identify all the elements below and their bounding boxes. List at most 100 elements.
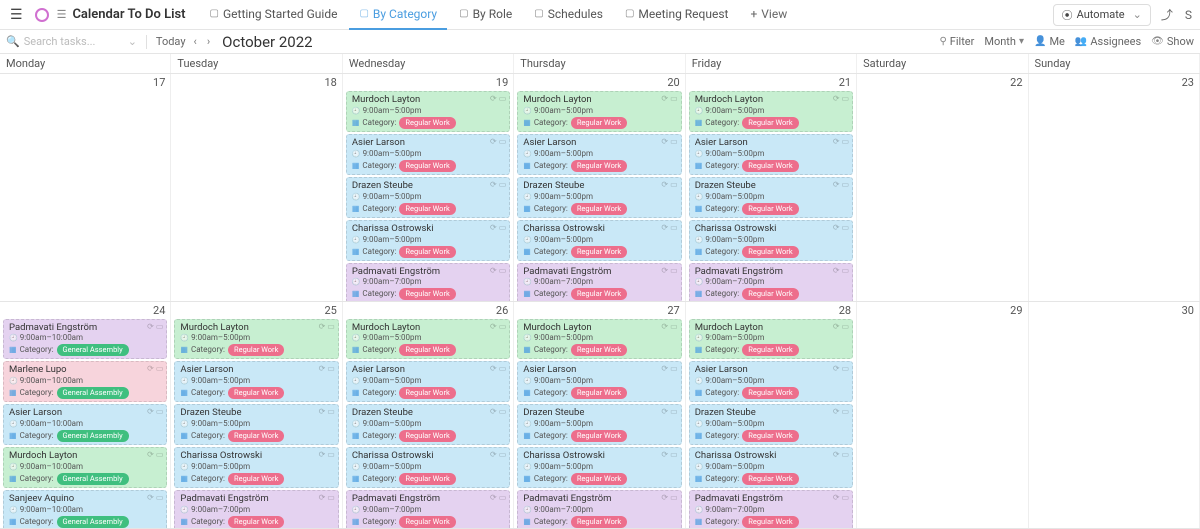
next-month-button[interactable]: › — [205, 35, 212, 48]
calendar-cell[interactable]: 20 ⟳▭Murdoch Layton🕘9:00am–5:00pm▦Categor… — [514, 74, 685, 301]
event-card[interactable]: ⟳▭Drazen Steube🕘9:00am–5:00pm▦Category:R… — [346, 177, 510, 218]
event-category-row: ▦Category:Regular Work — [352, 430, 505, 442]
event-card[interactable]: ⟳▭Charissa Ostrowski🕘9:00am–5:00pm▦Categ… — [346, 220, 510, 261]
category-badge: General Assembly — [57, 387, 129, 399]
calendar-cell[interactable]: 28⟳▭Murdoch Layton🕘9:00am–5:00pm▦Categor… — [686, 302, 857, 529]
me-button[interactable]: 👤 Me — [1034, 35, 1065, 48]
event-card[interactable]: ⟳▭Charissa Ostrowski🕘9:00am–5:00pm▦Categ… — [346, 447, 510, 488]
brand-icon[interactable] — [35, 8, 49, 22]
calendar-cell[interactable]: 19⟳▭Murdoch Layton🕘9:00am–5:00pm▦Categor… — [343, 74, 514, 301]
event-card[interactable]: ⟳▭Padmavati Engström🕘9:00am–10:00am▦Cate… — [3, 319, 167, 360]
show-button[interactable]: 👁 Show — [1151, 35, 1194, 48]
event-card[interactable]: ⟳▭Asier Larson🕘9:00am–5:00pm▦Category:Re… — [517, 361, 681, 402]
add-view-button[interactable]: + View — [740, 0, 797, 30]
clock-icon: 🕘 — [180, 334, 189, 342]
event-card[interactable]: ⟳▭Asier Larson🕘9:00am–5:00pm▦Category:Re… — [346, 361, 510, 402]
recur-icon: ⟳ — [833, 364, 840, 374]
doc-icon: ▢ — [210, 8, 219, 19]
clock-icon: 🕘 — [180, 377, 189, 385]
assignees-button[interactable]: 👥 Assignees — [1075, 35, 1141, 48]
tab-by-role[interactable]: ▢By Role — [449, 0, 522, 30]
event-card[interactable]: ⟳▭Padmavati Engström🕘9:00am–7:00pm▦Categ… — [517, 263, 681, 301]
event-card[interactable]: ⟳▭Padmavati Engström🕘9:00am–7:00pm▦Categ… — [689, 490, 853, 528]
category-label: Category: — [705, 517, 739, 527]
event-card[interactable]: ⟳▭Asier Larson🕘9:00am–5:00pm▦Category:Re… — [689, 361, 853, 402]
category-icon: ▦ — [352, 247, 360, 257]
event-card[interactable]: ⟳▭Asier Larson🕘9:00am–5:00pm▦Category:Re… — [689, 134, 853, 175]
calendar-cell[interactable]: 25⟳▭Murdoch Layton🕘9:00am–5:00pm▦Categor… — [171, 302, 342, 529]
calendar-cell[interactable]: 22 — [857, 74, 1028, 301]
event-card[interactable]: ⟳▭Drazen Steube🕘9:00am–5:00pm▦Category:R… — [174, 404, 338, 445]
category-label: Category: — [705, 431, 739, 441]
event-card[interactable]: ⟳▭Charissa Ostrowski🕘9:00am–5:00pm▦Categ… — [517, 220, 681, 261]
calendar-cell[interactable]: 26⟳▭Murdoch Layton🕘9:00am–5:00pm▦Categor… — [343, 302, 514, 529]
menu-icon[interactable]: ☰ — [6, 3, 27, 27]
event-category-row: ▦Category:Regular Work — [523, 516, 676, 528]
event-card[interactable]: ⟳▭Charissa Ostrowski🕘9:00am–5:00pm▦Categ… — [174, 447, 338, 488]
category-icon: ▦ — [180, 474, 188, 484]
search-input[interactable] — [24, 35, 124, 48]
event-card[interactable]: ⟳▭Padmavati Engström🕘9:00am–7:00pm▦Categ… — [517, 490, 681, 528]
clock-icon: 🕘 — [352, 150, 361, 158]
event-card[interactable]: ⟳▭Asier Larson🕘9:00am–5:00pm▦Category:Re… — [174, 361, 338, 402]
event-card[interactable]: ⟳▭Asier Larson🕘9:00am–5:00pm▦Category:Re… — [346, 134, 510, 175]
chevron-down-icon[interactable]: ⌄ — [128, 35, 137, 48]
today-button[interactable]: Today — [156, 35, 186, 48]
calendar-cell[interactable]: 30 — [1029, 302, 1200, 529]
event-card[interactable]: ⟳▭Padmavati Engström🕘9:00am–7:00pm▦Categ… — [346, 263, 510, 301]
calendar-cell[interactable]: 29 — [857, 302, 1028, 529]
event-category-row: ▦Category:Regular Work — [352, 160, 505, 172]
event-card[interactable]: ⟳▭Asier Larson🕘9:00am–10:00am▦Category:G… — [3, 404, 167, 445]
event-card[interactable]: ⟳▭Sanjeev Aquino🕘9:00am–10:00am▦Category… — [3, 490, 167, 528]
tab-getting-started-guide[interactable]: ▢Getting Started Guide — [200, 0, 348, 30]
calendar-cell[interactable]: 24⟳▭Padmavati Engström🕘9:00am–10:00am▦Ca… — [0, 302, 171, 529]
date-number: 20 — [517, 76, 681, 89]
category-label: Category: — [20, 388, 54, 398]
event-card[interactable]: ⟳▭Padmavati Engström🕘9:00am–7:00pm▦Categ… — [174, 490, 338, 528]
tab-schedules[interactable]: ▢Schedules — [524, 0, 613, 30]
event-card[interactable]: ⟳▭Marlene Lupo🕘9:00am–10:00am▦Category:G… — [3, 361, 167, 402]
view-mode-button[interactable]: Month ▾ — [984, 35, 1024, 48]
doc-icon: ▢ — [534, 8, 543, 19]
share-icon[interactable]: ⤴ — [1159, 4, 1175, 25]
event-card[interactable]: ⟳▭Padmavati Engström🕘9:00am–7:00pm▦Categ… — [346, 490, 510, 528]
event-category-row: ▦Category:Regular Work — [523, 387, 676, 399]
filter-button[interactable]: ⚲ Filter — [939, 35, 974, 48]
event-card[interactable]: ⟳▭Murdoch Layton🕘9:00am–5:00pm▦Category:… — [346, 91, 510, 132]
calendar-cell[interactable]: 27⟳▭Murdoch Layton🕘9:00am–5:00pm▦Categor… — [514, 302, 685, 529]
add-view-label: View — [761, 7, 787, 21]
prev-month-button[interactable]: ‹ — [192, 35, 199, 48]
event-card[interactable]: ⟳▭Drazen Steube🕘9:00am–5:00pm▦Category:R… — [689, 404, 853, 445]
calendar-cell[interactable]: 18 — [171, 74, 342, 301]
calendar-cell[interactable]: 21⟳▭Murdoch Layton🕘9:00am–5:00pm▦Categor… — [686, 74, 857, 301]
event-card[interactable]: ⟳▭Drazen Steube🕘9:00am–5:00pm▦Category:R… — [346, 404, 510, 445]
event-card[interactable]: ⟳▭Charissa Ostrowski🕘9:00am–5:00pm▦Categ… — [517, 447, 681, 488]
event-card[interactable]: ⟳▭Padmavati Engström🕘9:00am–7:00pm▦Categ… — [689, 263, 853, 301]
tab-by-category[interactable]: ▢By Category — [349, 0, 447, 30]
event-card[interactable]: ⟳▭Murdoch Layton🕘9:00am–5:00pm▦Category:… — [689, 91, 853, 132]
event-card[interactable]: ⟳▭Murdoch Layton🕘9:00am–5:00pm▦Category:… — [689, 319, 853, 360]
event-time: 🕘9:00am–5:00pm — [352, 192, 505, 202]
card-icon: ▭ — [499, 266, 507, 276]
event-card[interactable]: ⟳▭Murdoch Layton🕘9:00am–10:00am▦Category… — [3, 447, 167, 488]
tab-meeting-request[interactable]: ▢Meeting Request — [615, 0, 739, 30]
event-card[interactable]: ⟳▭Murdoch Layton🕘9:00am–5:00pm▦Category:… — [174, 319, 338, 360]
event-card[interactable]: ⟳▭Murdoch Layton🕘9:00am–5:00pm▦Category:… — [346, 319, 510, 360]
category-icon: ▦ — [180, 345, 188, 355]
event-card[interactable]: ⟳▭Drazen Steube🕘9:00am–5:00pm▦Category:R… — [689, 177, 853, 218]
calendar-cell[interactable]: 17 — [0, 74, 171, 301]
automate-button[interactable]: ⦿ Automate ⌄ — [1053, 4, 1151, 26]
event-category-row: ▦Category:Regular Work — [523, 473, 676, 485]
event-card[interactable]: ⟳▭Charissa Ostrowski🕘9:00am–5:00pm▦Categ… — [689, 447, 853, 488]
event-card[interactable]: ⟳▭Asier Larson🕘9:00am–5:00pm▦Category:Re… — [517, 134, 681, 175]
calendar-cell[interactable]: 23 — [1029, 74, 1200, 301]
event-name: Murdoch Layton — [695, 322, 848, 334]
event-category-row: ▦Category:General Assembly — [9, 430, 162, 442]
event-card[interactable]: ⟳▭Charissa Ostrowski🕘9:00am–5:00pm▦Categ… — [689, 220, 853, 261]
event-card[interactable]: ⟳▭Murdoch Layton🕘9:00am–5:00pm▦Category:… — [517, 319, 681, 360]
event-time: 🕘9:00am–5:00pm — [523, 106, 676, 116]
event-card[interactable]: ⟳▭Drazen Steube🕘9:00am–5:00pm▦Category:R… — [517, 404, 681, 445]
category-label: Category: — [534, 247, 568, 257]
event-card[interactable]: ⟳▭Drazen Steube🕘9:00am–5:00pm▦Category:R… — [517, 177, 681, 218]
event-card[interactable]: ⟳▭Murdoch Layton🕘9:00am–5:00pm▦Category:… — [517, 91, 681, 132]
